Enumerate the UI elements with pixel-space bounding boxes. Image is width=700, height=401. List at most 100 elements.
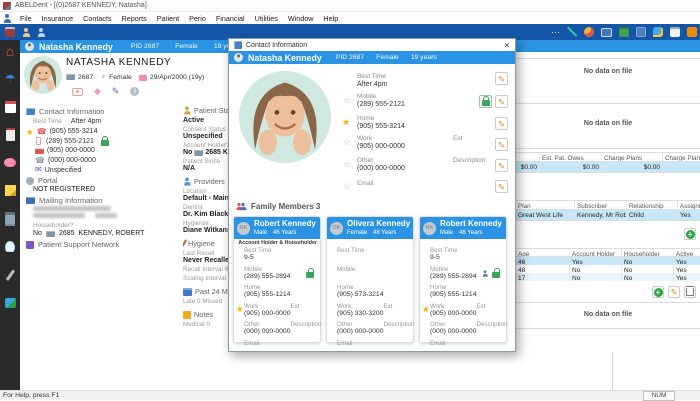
- menu-perio[interactable]: Perio: [184, 14, 211, 23]
- diamond-icon[interactable]: ◆: [94, 87, 101, 96]
- consent-lock-button[interactable]: [479, 95, 492, 108]
- family-icon[interactable]: [584, 27, 594, 37]
- menu-bar: File Insurance Contacts Reports Patient …: [0, 12, 700, 24]
- fax-icon: [35, 147, 44, 155]
- no-data-bottom: No data on file: [583, 311, 633, 318]
- patient-status-value: Active: [183, 117, 205, 124]
- portal-status: NOT REGISTERED: [33, 186, 96, 193]
- note-orange-icon: [183, 310, 191, 319]
- menu-file[interactable]: File: [15, 14, 37, 23]
- dialog-home: (905) 555-3214: [357, 123, 405, 130]
- right-panel: No data on file No data on file Est. Pat…: [516, 52, 700, 390]
- lock-icon: [100, 135, 109, 146]
- dialog-work: (905) 000-0000: [357, 143, 405, 150]
- psn-section-header[interactable]: Patient Support Network: [26, 240, 119, 249]
- contact-section-header[interactable]: Contact Information: [26, 107, 104, 116]
- monitor-icon[interactable]: [601, 27, 612, 37]
- close-icon[interactable]: ✕: [504, 41, 510, 50]
- calculator-icon[interactable]: [4, 211, 17, 226]
- signature-icon[interactable]: [567, 27, 577, 37]
- email-star-icon[interactable]: ☆: [343, 182, 351, 191]
- notes-icon[interactable]: [4, 184, 17, 197]
- media-icon[interactable]: [4, 296, 17, 309]
- householder-row: No 2685 KENNEDY, ROBERT: [33, 230, 145, 237]
- phone-icon: ☎: [36, 126, 47, 136]
- alert-icon[interactable]: [687, 27, 697, 37]
- owes-table-row[interactable]: $0.00 $0.00 $0.00: [516, 162, 700, 172]
- card-best-time: Best Time 9-5: [430, 247, 458, 261]
- banner-patient-name: Natasha Kennedy: [39, 41, 113, 52]
- family-card-robert-1[interactable]: RK Robert Kennedy Male 46 Years Account Ho…: [233, 216, 321, 347]
- mobile-star-icon[interactable]: ☆: [343, 96, 351, 105]
- family-card-olivera[interactable]: OK Olivera Kennedy Female 48 Years Best Ti…: [326, 216, 414, 347]
- patient-icon[interactable]: [22, 27, 30, 37]
- handpiece-icon[interactable]: [4, 268, 17, 281]
- menu-help[interactable]: Help: [318, 14, 343, 23]
- piggy-bank-icon[interactable]: [4, 156, 17, 169]
- menu-insurance[interactable]: Insurance: [37, 14, 79, 23]
- owes-table-header: Est. Pat. Owes Charge Plans Charge Plan …: [516, 152, 700, 162]
- edit-member-button[interactable]: ✎: [668, 286, 680, 298]
- edit-mobile-button[interactable]: ✎: [495, 95, 508, 108]
- family-grid-row[interactable]: 17 No No Yes: [516, 273, 700, 281]
- menu-reports[interactable]: Reports: [117, 14, 152, 23]
- ledger-icon[interactable]: [5, 27, 15, 37]
- patient-demographics: 2687 ♀ Female 29/Apr/2000 (19y): [66, 73, 204, 81]
- portal-section-header[interactable]: Portal: [26, 176, 58, 185]
- tooth-icon[interactable]: [4, 240, 17, 253]
- menu-utilities[interactable]: Utilities: [250, 14, 283, 23]
- mailing-section-header[interactable]: Mailing Information: [26, 196, 102, 205]
- plan-table-header: Plan Subscriber Relationship Assignment: [516, 200, 700, 210]
- calendar-icon[interactable]: [4, 100, 17, 113]
- card-mobile: Mobile (289) 555-2894: [244, 266, 316, 281]
- insurance-umbrella-icon[interactable]: ☂: [4, 72, 17, 85]
- other-star-icon[interactable]: ☆: [343, 160, 351, 169]
- add-plan-button[interactable]: +: [684, 228, 696, 240]
- lock-icon: [492, 267, 500, 278]
- clipboard-forms-icon[interactable]: [4, 128, 17, 141]
- menu-window[interactable]: Window: [283, 14, 319, 23]
- overflow-icon[interactable]: ⋯: [551, 27, 560, 37]
- edit-icon[interactable]: ✎: [112, 87, 120, 96]
- patient-action-icons: ◆ ✎ i: [72, 87, 140, 96]
- edit-email-button[interactable]: ✎: [495, 180, 508, 193]
- work-star-icon[interactable]: ☆: [343, 138, 351, 147]
- chat-icon[interactable]: [653, 27, 663, 37]
- other-phone-row: ☎ (000) 000-0000: [35, 155, 96, 165]
- home-phone-row: ★ ☎ (905) 555-3214: [26, 126, 98, 137]
- best-time-row: Best Time After 4pm: [33, 118, 102, 126]
- family-card-robert-2[interactable]: RK Robert Kennedy Male 46 Years Best Time 9…: [419, 216, 507, 347]
- menu-financial[interactable]: Financial: [211, 14, 250, 23]
- status-person-icon: [183, 106, 191, 115]
- card-home: Home (905) 573-3214: [337, 284, 384, 298]
- delete-member-button[interactable]: [684, 285, 696, 298]
- edit-other-button[interactable]: ✎: [495, 159, 508, 172]
- menu-contacts[interactable]: Contacts: [78, 14, 116, 23]
- add-member-button[interactable]: +: [652, 286, 664, 298]
- family-grid-row[interactable]: 46 Yes No Yes: [516, 257, 700, 265]
- badge-empty: [420, 239, 506, 247]
- hygienist-value: Diane Witkanski: [183, 227, 228, 234]
- camera-icon[interactable]: [72, 87, 83, 96]
- toolbar-right-group: ⋯: [551, 27, 697, 37]
- announce-patient-icon[interactable]: [37, 27, 45, 37]
- edit-best-time-button[interactable]: ✎: [495, 72, 508, 85]
- treasure-icon[interactable]: [619, 27, 629, 37]
- psn-icon: [26, 240, 34, 249]
- patient-photo: [24, 56, 62, 94]
- contacts-book-icon[interactable]: [636, 27, 646, 37]
- edit-work-button[interactable]: ✎: [495, 138, 508, 151]
- portal-icon: [26, 176, 34, 185]
- banner-sex: Female: [175, 43, 198, 50]
- clipboard-icon[interactable]: [670, 27, 680, 37]
- contact-information-dialog: Contact Information ✕ Natasha Kennedy PI…: [228, 38, 516, 352]
- status-column: Patient Status Active Consent Status Uns…: [183, 106, 228, 356]
- home-star-icon[interactable]: ★: [342, 118, 350, 127]
- card-email: Email: [337, 339, 353, 347]
- menu-patient[interactable]: Patient: [152, 14, 184, 23]
- family-grid-row[interactable]: 48 No No Yes: [516, 265, 700, 273]
- info-icon[interactable]: i: [130, 87, 140, 96]
- plan-table-row[interactable]: Great West Life Kennedy, Mr Robert Child…: [516, 210, 700, 220]
- edit-home-button[interactable]: ✎: [495, 117, 508, 130]
- home-icon[interactable]: ⌂: [4, 44, 17, 58]
